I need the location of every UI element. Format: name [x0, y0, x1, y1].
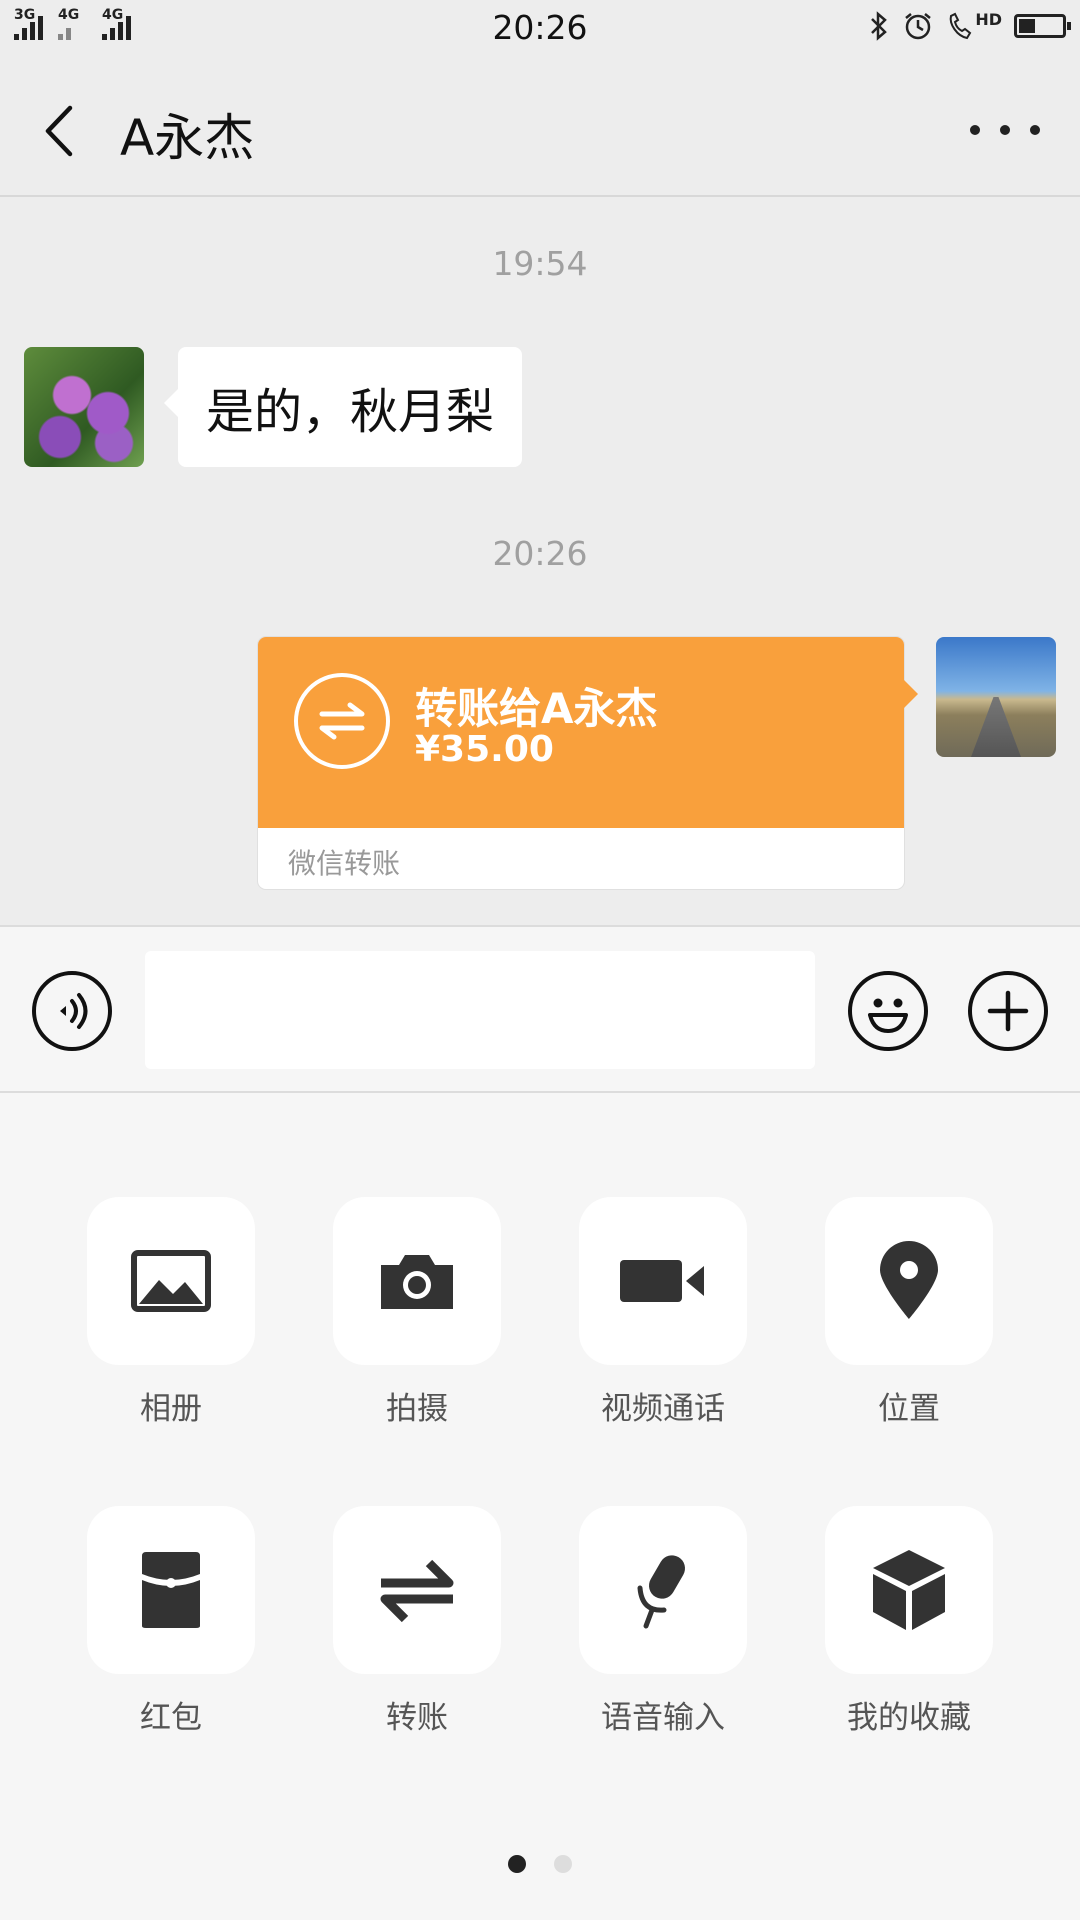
transfer-bubble-tail — [904, 680, 918, 708]
my-avatar[interactable] — [936, 637, 1056, 757]
transfer-card-header: 转账给A永杰 ¥35.00 — [258, 637, 904, 828]
emoji-icon — [868, 998, 908, 1033]
tool-favorites-box — [825, 1506, 993, 1674]
voice-button[interactable] — [32, 971, 112, 1051]
chat-header: A永杰 — [0, 60, 1080, 197]
tool-video-call-box — [579, 1197, 747, 1365]
tool-red-packet[interactable]: 红包 — [86, 1506, 256, 1737]
transfer-footer: 微信转账 — [288, 847, 401, 880]
battery-icon — [1014, 14, 1071, 38]
tool-favorites-label: 我的收藏 — [847, 1700, 971, 1736]
tool-camera[interactable]: 拍摄 — [332, 1197, 502, 1428]
tool-transfer-box — [333, 1506, 501, 1674]
tool-transfer-label: 转账 — [386, 1700, 448, 1736]
tool-location-label: 位置 — [878, 1391, 940, 1427]
red-packet-icon — [142, 1552, 200, 1628]
tool-camera-label: 拍摄 — [386, 1391, 448, 1427]
plus-button[interactable] — [968, 971, 1048, 1051]
tool-video-call[interactable]: 视频通话 — [578, 1197, 748, 1428]
message-bubble-incoming[interactable]: 是的，秋月梨 — [163, 347, 523, 467]
message-input[interactable] — [145, 951, 815, 1069]
tool-album[interactable]: 相册 — [86, 1197, 256, 1428]
tool-album-label: 相册 — [140, 1391, 202, 1427]
chat-title: A永杰 — [120, 109, 255, 167]
tool-voice-input-box — [579, 1506, 747, 1674]
microphone-icon — [637, 1555, 685, 1629]
location-icon — [880, 1241, 938, 1319]
battery-fill — [1019, 19, 1036, 33]
tool-voice-input[interactable]: 语音输入 — [578, 1506, 748, 1737]
bluetooth-icon — [871, 11, 888, 41]
more-icon — [970, 125, 980, 135]
tool-red-packet-label: 红包 — [140, 1700, 202, 1736]
hd-label: HD — [975, 9, 1002, 29]
page-indicator — [0, 1855, 1080, 1873]
status-icons: HD — [867, 9, 1071, 42]
camera-icon — [381, 1255, 453, 1309]
message-text: 是的，秋月梨 — [206, 384, 495, 440]
page-dot-2[interactable] — [554, 1855, 572, 1873]
transfer-card[interactable]: 转账给A永杰 ¥35.00 微信转账 — [258, 637, 904, 889]
tool-location-box — [825, 1197, 993, 1365]
input-bar — [0, 925, 1080, 1093]
timestamp-1: 19:54 — [492, 244, 588, 283]
transfer-amount: ¥35.00 — [415, 729, 554, 770]
tool-red-packet-box — [87, 1506, 255, 1674]
page-dot-1[interactable] — [508, 1855, 526, 1873]
timestamp-2: 20:26 — [492, 534, 588, 573]
tool-album-box — [87, 1197, 255, 1365]
emoji-button[interactable] — [848, 971, 928, 1051]
video-call-icon — [620, 1260, 704, 1302]
contact-avatar[interactable] — [24, 347, 144, 467]
tool-video-call-label: 视频通话 — [601, 1391, 725, 1427]
transfer-icon — [380, 1559, 454, 1623]
transfer-title: 转账给A永杰 — [415, 684, 658, 733]
voice-icon — [60, 993, 88, 1029]
favorites-icon — [873, 1550, 945, 1630]
album-icon — [131, 1250, 211, 1312]
tool-transfer[interactable]: 转账 — [332, 1506, 502, 1737]
chevron-left-icon — [45, 105, 73, 157]
more-button[interactable] — [970, 110, 1040, 150]
transfer-circle-icon — [294, 673, 390, 769]
tool-voice-input-label: 语音输入 — [601, 1700, 725, 1736]
plus-icon — [987, 990, 1029, 1032]
status-bar: 3G 4G 4G 20:26 HD — [0, 0, 1080, 60]
tool-camera-box — [333, 1197, 501, 1365]
back-button[interactable] — [30, 96, 90, 166]
tool-location[interactable]: 位置 — [824, 1197, 994, 1428]
alarm-icon — [905, 13, 932, 40]
tool-favorites[interactable]: 我的收藏 — [824, 1506, 994, 1737]
